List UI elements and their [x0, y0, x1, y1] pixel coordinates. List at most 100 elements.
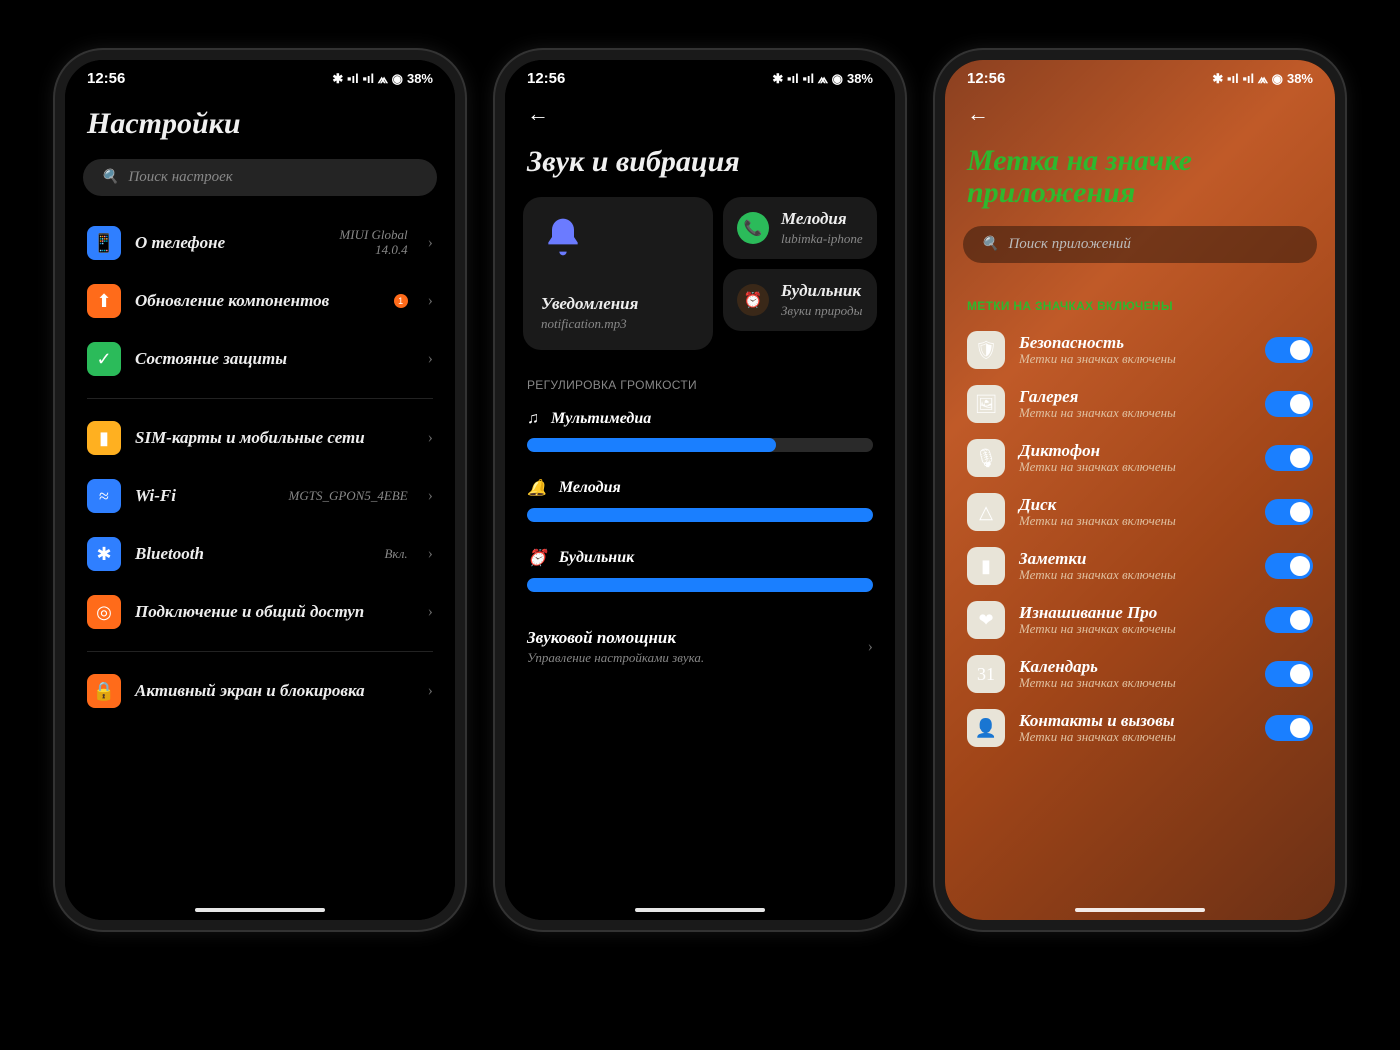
- section-header: РЕГУЛИРОВКА ГРОМКОСТИ: [505, 360, 895, 402]
- bell-icon: [541, 215, 585, 259]
- settings-label: Подключение и общий доступ: [135, 602, 408, 622]
- chevron-right-icon: ›: [428, 292, 433, 310]
- page-title: Настройки: [65, 93, 455, 159]
- app-icon: 🎙: [967, 439, 1005, 477]
- toggle-switch[interactable]: [1265, 445, 1313, 471]
- settings-value: MIUI Global14.0.4: [339, 228, 407, 258]
- settings-icon: ✱: [87, 537, 121, 571]
- status-icons: ✱ ▪ıl ▪ıl ⩕ ◉ 38%: [332, 71, 433, 87]
- settings-label: Обновление компонентов: [135, 291, 376, 311]
- chevron-right-icon: ›: [428, 350, 433, 368]
- settings-item[interactable]: ⬆ Обновление компонентов 1›: [65, 272, 455, 330]
- app-sub: Метки на значках включены: [1019, 676, 1251, 690]
- app-row[interactable]: ▮ Заметки Метки на значках включены: [945, 539, 1335, 593]
- app-row[interactable]: 👤 Контакты и вызовы Метки на значках вкл…: [945, 701, 1335, 755]
- toggle-switch[interactable]: [1265, 607, 1313, 633]
- volume-label: Мелодия: [559, 479, 621, 497]
- settings-item[interactable]: 🔒 Активный экран и блокировка ›: [65, 662, 455, 720]
- app-icon: 👤: [967, 709, 1005, 747]
- card-sub: notification.mp3: [541, 316, 695, 332]
- card-sub: Звуки природы: [781, 303, 862, 319]
- volume-slider[interactable]: [527, 578, 873, 592]
- settings-item[interactable]: ✱ Bluetooth Вкл.›: [65, 525, 455, 583]
- toggle-switch[interactable]: [1265, 553, 1313, 579]
- search-input[interactable]: 🔍 Поиск приложений: [963, 226, 1317, 263]
- settings-value: MGTS_GPON5_4EBE: [289, 489, 408, 504]
- app-name: Диктофон: [1019, 442, 1251, 460]
- alarm-icon: ⏰: [737, 284, 769, 316]
- settings-label: SIM-карты и мобильные сети: [135, 428, 408, 448]
- app-row[interactable]: 31 Календарь Метки на значках включены: [945, 647, 1335, 701]
- app-name: Календарь: [1019, 658, 1251, 676]
- app-sub: Метки на значках включены: [1019, 514, 1251, 528]
- chevron-right-icon: ›: [428, 429, 433, 447]
- alarm-card[interactable]: ⏰ Будильник Звуки природы: [723, 269, 877, 331]
- chevron-right-icon: ›: [868, 638, 873, 656]
- volume-slider[interactable]: [527, 438, 873, 452]
- search-input[interactable]: 🔍 Поиск настроек: [83, 159, 437, 196]
- card-title: Мелодия: [781, 209, 863, 229]
- settings-item[interactable]: ✓ Состояние защиты ›: [65, 330, 455, 388]
- divider: [87, 398, 433, 399]
- status-time: 12:56: [527, 70, 565, 87]
- badge: 1: [394, 294, 408, 308]
- settings-label: О телефоне: [135, 233, 325, 253]
- app-name: Диск: [1019, 496, 1251, 514]
- chevron-right-icon: ›: [428, 603, 433, 621]
- app-name: Галерея: [1019, 388, 1251, 406]
- home-indicator[interactable]: [1075, 908, 1205, 912]
- settings-icon: 🔒: [87, 674, 121, 708]
- search-icon: 🔍: [101, 169, 118, 186]
- app-name: Контакты и вызовы: [1019, 712, 1251, 730]
- app-row[interactable]: 🖼 Галерея Метки на значках включены: [945, 377, 1335, 431]
- toggle-switch[interactable]: [1265, 337, 1313, 363]
- toggle-switch[interactable]: [1265, 715, 1313, 741]
- settings-label: Wi-Fi: [135, 486, 275, 506]
- settings-label: Активный экран и блокировка: [135, 681, 408, 701]
- app-icon: 🖼: [967, 385, 1005, 423]
- volume-slider[interactable]: [527, 508, 873, 522]
- volume-label: Мультимедиа: [551, 410, 651, 428]
- toggle-switch[interactable]: [1265, 661, 1313, 687]
- status-bar: 12:56 ✱ ▪ıl ▪ıl ⩕ ◉ 38%: [65, 60, 455, 93]
- app-row[interactable]: 🛡 Безопасность Метки на значках включены: [945, 323, 1335, 377]
- app-name: Изнашивание Про: [1019, 604, 1251, 622]
- app-sub: Метки на значках включены: [1019, 622, 1251, 636]
- app-sub: Метки на значках включены: [1019, 406, 1251, 420]
- settings-item[interactable]: ▮ SIM-карты и мобильные сети ›: [65, 409, 455, 467]
- card-title: Будильник: [781, 281, 862, 301]
- notifications-card[interactable]: Уведомления notification.mp3: [523, 197, 713, 350]
- phone-badges: 12:56 ✱ ▪ıl ▪ıl ⩕ ◉ 38% ← Метка на значк…: [935, 50, 1345, 930]
- settings-icon: ≈: [87, 479, 121, 513]
- home-indicator[interactable]: [635, 908, 765, 912]
- app-row[interactable]: 🎙 Диктофон Метки на значках включены: [945, 431, 1335, 485]
- chevron-right-icon: ›: [428, 545, 433, 563]
- back-button[interactable]: ←: [505, 93, 895, 131]
- search-placeholder: Поиск настроек: [128, 169, 232, 186]
- status-time: 12:56: [967, 70, 1005, 87]
- page-title: Звук и вибрация: [505, 131, 895, 197]
- app-name: Заметки: [1019, 550, 1251, 568]
- app-sub: Метки на значках включены: [1019, 352, 1251, 366]
- ringtone-card[interactable]: 📞 Мелодия lubimka-iphone: [723, 197, 877, 259]
- sound-assistant-row[interactable]: Звуковой помощник Управление настройками…: [505, 610, 895, 684]
- status-icons: ✱ ▪ıl ▪ıl ⩕ ◉ 38%: [1212, 71, 1313, 87]
- app-sub: Метки на значках включены: [1019, 568, 1251, 582]
- volume-row: ⏰Будильник: [505, 540, 895, 610]
- back-button[interactable]: ←: [945, 93, 1335, 131]
- search-icon: 🔍: [981, 236, 998, 253]
- toggle-switch[interactable]: [1265, 391, 1313, 417]
- toggle-switch[interactable]: [1265, 499, 1313, 525]
- app-sub: Метки на значках включены: [1019, 460, 1251, 474]
- settings-label: Состояние защиты: [135, 349, 408, 369]
- chevron-right-icon: ›: [428, 487, 433, 505]
- settings-item[interactable]: 📱 О телефоне MIUI Global14.0.4›: [65, 214, 455, 272]
- settings-item[interactable]: ≈ Wi-Fi MGTS_GPON5_4EBE ›: [65, 467, 455, 525]
- chevron-right-icon: ›: [428, 234, 433, 252]
- app-icon: △: [967, 493, 1005, 531]
- card-title: Уведомления: [541, 294, 695, 314]
- app-row[interactable]: ❤ Изнашивание Про Метки на значках включ…: [945, 593, 1335, 647]
- app-row[interactable]: △ Диск Метки на значках включены: [945, 485, 1335, 539]
- settings-item[interactable]: ◎ Подключение и общий доступ ›: [65, 583, 455, 641]
- home-indicator[interactable]: [195, 908, 325, 912]
